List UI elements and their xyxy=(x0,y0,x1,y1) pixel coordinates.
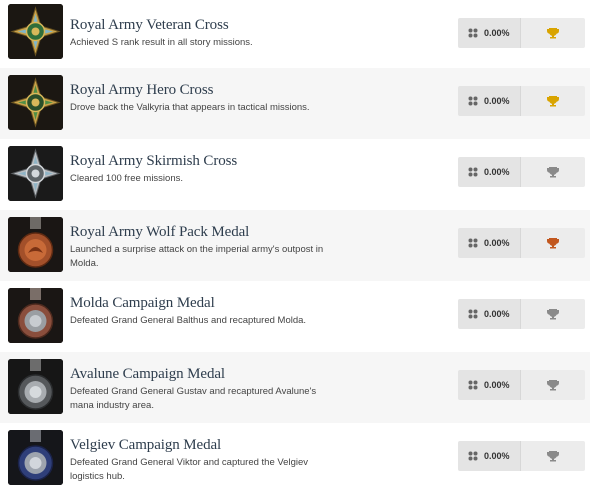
trophy-stats: 0.00% xyxy=(458,228,585,258)
players-icon xyxy=(468,380,478,390)
rarity-percent: 0.00% xyxy=(484,380,510,390)
players-icon xyxy=(468,167,478,177)
trophy-grade xyxy=(521,441,585,471)
trophy-description: Cleared 100 free missions. xyxy=(70,173,183,184)
trophy-grade xyxy=(521,370,585,400)
rarity-percent: 0.00% xyxy=(484,238,510,248)
trophy-row[interactable]: Royal Army Skirmish Cross Cleared 100 fr… xyxy=(0,139,590,210)
players-icon xyxy=(468,451,478,461)
trophy-title: Royal Army Hero Cross xyxy=(70,82,214,98)
rarity-percent: 0.00% xyxy=(484,309,510,319)
rarity-box: 0.00% xyxy=(458,18,521,48)
trophy-stats: 0.00% xyxy=(458,441,585,471)
trophy-row[interactable]: Royal Army Hero Cross Drove back the Val… xyxy=(0,68,590,139)
trophy-row[interactable]: Royal Army Wolf Pack Medal Launched a su… xyxy=(0,210,590,281)
trophy-row[interactable]: Molda Campaign Medal Defeated Grand Gene… xyxy=(0,281,590,352)
trophy-title: Avalune Campaign Medal xyxy=(70,366,225,382)
trophy-description: Defeated Grand General Gustav and recapt… xyxy=(70,386,317,411)
trophy-description: Defeated Grand General Viktor and captur… xyxy=(70,457,309,482)
trophy-stats: 0.00% xyxy=(458,86,585,116)
players-icon xyxy=(468,28,478,38)
trophy-list: Royal Army Veteran Cross Achieved S rank… xyxy=(0,0,590,500)
silver-trophy-icon xyxy=(547,380,559,391)
medal-bronze-icon xyxy=(8,217,63,272)
trophy-grade xyxy=(521,228,585,258)
trophy-grade xyxy=(521,157,585,187)
silver-trophy-icon xyxy=(547,309,559,320)
rarity-percent: 0.00% xyxy=(484,28,510,38)
trophy-title: Royal Army Skirmish Cross xyxy=(70,153,238,169)
rarity-percent: 0.00% xyxy=(484,451,510,461)
cross-gold-icon xyxy=(8,4,63,59)
trophy-description: Defeated Grand General Balthus and recap… xyxy=(70,315,307,326)
rarity-box: 0.00% xyxy=(458,299,521,329)
trophy-row[interactable]: Velgiev Campaign Medal Defeated Grand Ge… xyxy=(0,423,590,494)
trophy-stats: 0.00% xyxy=(458,157,585,187)
trophy-grade xyxy=(521,299,585,329)
cross-silver-icon xyxy=(8,146,63,201)
silver-trophy-icon xyxy=(547,451,559,462)
gold-trophy-icon xyxy=(547,28,559,39)
medal-blue-icon xyxy=(8,430,63,485)
trophy-title: Royal Army Wolf Pack Medal xyxy=(70,224,250,240)
trophy-title: Velgiev Campaign Medal xyxy=(70,437,222,453)
gold-trophy-icon xyxy=(547,96,559,107)
rarity-percent: 0.00% xyxy=(484,167,510,177)
trophy-row[interactable]: Avalune Campaign Medal Defeated Grand Ge… xyxy=(0,352,590,423)
trophy-grade xyxy=(521,86,585,116)
silver-trophy-icon xyxy=(547,167,559,178)
trophy-description: Achieved S rank result in all story miss… xyxy=(70,37,253,48)
trophy-description: Launched a surprise attack on the imperi… xyxy=(70,244,324,269)
rarity-box: 0.00% xyxy=(458,86,521,116)
trophy-title: Molda Campaign Medal xyxy=(70,295,215,311)
medal-steel-icon xyxy=(8,359,63,414)
players-icon xyxy=(468,309,478,319)
trophy-stats: 0.00% xyxy=(458,370,585,400)
medal-copper-icon xyxy=(8,288,63,343)
players-icon xyxy=(468,238,478,248)
players-icon xyxy=(468,96,478,106)
trophy-description: Drove back the Valkyria that appears in … xyxy=(70,102,310,113)
rarity-percent: 0.00% xyxy=(484,96,510,106)
rarity-box: 0.00% xyxy=(458,228,521,258)
bronze-trophy-icon xyxy=(547,238,559,249)
rarity-box: 0.00% xyxy=(458,370,521,400)
cross-gold-icon xyxy=(8,75,63,130)
trophy-title: Royal Army Veteran Cross xyxy=(70,17,229,33)
rarity-box: 0.00% xyxy=(458,157,521,187)
trophy-row[interactable]: Royal Army Veteran Cross Achieved S rank… xyxy=(0,0,590,68)
trophy-stats: 0.00% xyxy=(458,18,585,48)
trophy-grade xyxy=(521,18,585,48)
rarity-box: 0.00% xyxy=(458,441,521,471)
trophy-stats: 0.00% xyxy=(458,299,585,329)
